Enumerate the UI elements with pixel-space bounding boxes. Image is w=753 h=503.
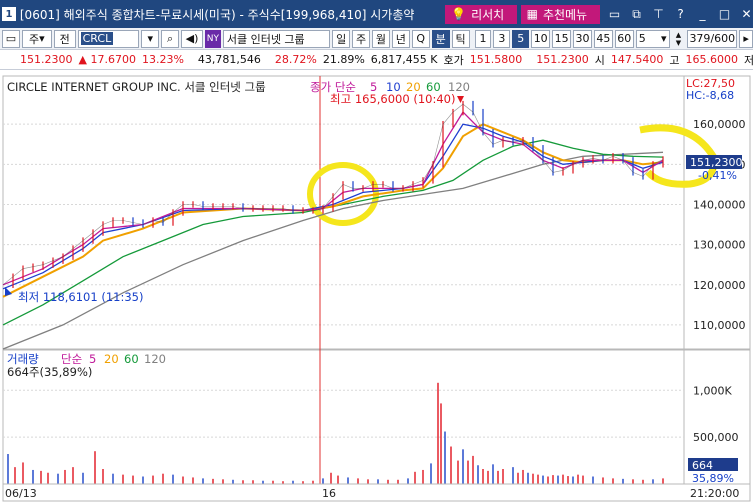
x-label-start: 06/13 <box>5 487 37 500</box>
research-label: 리서치 <box>471 7 505 22</box>
tf-quarter[interactable]: Q <box>411 29 430 48</box>
change-percent: 13.23% <box>141 53 184 66</box>
high-label: 고 <box>669 53 680 67</box>
interval-select-value: 5 <box>638 32 646 45</box>
max-annotation: 최고 165,6000 (10:40) <box>330 92 455 106</box>
market-badge: NY <box>204 29 221 48</box>
ratio-percent: 21.89% <box>322 53 365 66</box>
tf-year[interactable]: 년 <box>391 29 410 48</box>
bid-value: 151.5800 <box>469 53 523 66</box>
bar-count-total: /600 <box>710 32 736 45</box>
spinner-icon[interactable]: ▲ ▼ <box>672 30 686 48</box>
window-number-badge: 1 <box>2 7 16 21</box>
interval-30[interactable]: 30 <box>573 29 592 48</box>
open-value: 147.5400 <box>610 53 664 66</box>
speaker-icon[interactable]: ◀) <box>181 29 203 48</box>
current-price-label: 151,2300 <box>690 156 743 169</box>
company-name-field: 서클 인터넷 그룹 <box>222 29 331 48</box>
volume-legend-label: 거래량 <box>7 352 39 366</box>
interval-45[interactable]: 45 <box>593 29 613 48</box>
chart-area[interactable]: 160,0000150,0000140,0000130,0000120,0000… <box>0 72 753 503</box>
symbol-input[interactable]: CRCL <box>77 29 140 48</box>
interval-60[interactable]: 60 <box>614 29 634 48</box>
tf-tick[interactable]: 틱 <box>451 29 470 48</box>
interval-1[interactable]: 1 <box>474 29 492 48</box>
interval-15[interactable]: 15 <box>552 29 572 48</box>
volume-ma-label: 단순 <box>61 352 82 366</box>
tf-month[interactable]: 월 <box>372 29 390 48</box>
volume-current-label: 664 <box>692 459 713 472</box>
price-y-tick-label: 110,0000 <box>693 319 746 332</box>
volume-y-tick-label: 1,000K <box>693 384 732 397</box>
help-icon[interactable]: ? <box>674 7 687 22</box>
quote-bar: 151.2300 ▲ 17.6700 13.23% 43,781,546 28.… <box>0 50 753 70</box>
bid-label: 호가 <box>443 53 464 67</box>
low-label: 저 <box>744 53 753 67</box>
lightbulb-icon: 💡 <box>451 7 467 21</box>
interval-select[interactable]: 5 ▾ <box>635 29 670 48</box>
price-y-tick-label: 130,0000 <box>693 239 746 252</box>
price-change: ▲ 17.6700 <box>78 53 136 66</box>
dock-icon[interactable]: ⧉ <box>630 7 643 22</box>
current-price-value: 151.2300 <box>536 53 589 66</box>
high-value: 165.6000 <box>685 53 739 66</box>
close-icon[interactable]: ✕ <box>740 7 753 22</box>
recommend-label: 추천메뉴 <box>542 7 588 22</box>
x-axis-panel <box>2 483 751 502</box>
chart-symbol-title: CIRCLE INTERNET GROUP INC. 서클 인터넷 그룹 <box>7 80 266 94</box>
price-panel <box>2 75 685 350</box>
interval-5[interactable]: 5 <box>512 29 530 48</box>
tf-day[interactable]: 일 <box>332 29 351 48</box>
period-button[interactable]: 전 <box>53 29 76 48</box>
price-y-tick-label: 160,0000 <box>693 118 746 131</box>
window-titlebar: 1 [0601] 해외주식 종합차트-무료시세(미국) - 주식수[199,96… <box>0 0 753 28</box>
volume-ma-120: 120 <box>144 352 166 366</box>
volume-info: 664주(35,89%) <box>7 365 92 379</box>
restore-icon[interactable]: ▭ <box>608 7 621 22</box>
time-label: 21:20:00 <box>690 487 739 500</box>
tf-minute[interactable]: 분 <box>431 29 450 48</box>
more-icon[interactable]: ▸ <box>739 29 753 48</box>
minimize-icon[interactable]: _ <box>696 7 709 22</box>
tf-week[interactable]: 주 <box>352 29 370 48</box>
current-change-label: -0,41% <box>698 169 737 182</box>
pin-icon[interactable]: ⊤ <box>652 7 665 22</box>
price-y-tick-label: 140,0000 <box>693 198 746 211</box>
search-icon[interactable]: ⌕ <box>161 29 180 48</box>
maximize-icon[interactable]: □ <box>718 7 731 22</box>
last-price: 151.2300 <box>20 53 73 66</box>
trading-amount: 6,817,455 K <box>370 53 438 66</box>
turnover-percent: 28.72% <box>274 53 317 66</box>
bar-count-value: 379 <box>689 32 711 45</box>
volume-current-pct: 35,89% <box>692 472 734 485</box>
layout-icon[interactable]: ▭ <box>2 29 20 48</box>
x-label-16: 16 <box>322 487 336 500</box>
volume-ma-5: 5 <box>89 352 96 366</box>
chart-toolbar: ▭ 주 ▾ 전 CRCL ▾ ⌕ ◀) NY 서클 인터넷 그룹 일 주 월 년 … <box>0 28 753 50</box>
volume-ma-20: 20 <box>104 352 119 366</box>
price-volume-chart[interactable]: 160,0000150,0000140,0000130,0000120,0000… <box>0 72 753 503</box>
open-label: 시 <box>594 53 605 67</box>
volume-value: 43,781,546 <box>197 53 261 66</box>
min-annotation: 최저 118,6101 (11:35) <box>18 290 143 304</box>
dropdown-icon[interactable]: ▾ <box>141 29 160 48</box>
type-select[interactable]: 주 ▾ <box>21 29 52 48</box>
symbol-value: CRCL <box>80 32 114 45</box>
hc-label: HC:-8,68 <box>686 89 734 102</box>
bar-count-field[interactable]: 379/600 <box>687 29 738 48</box>
menu-icon: ▦ <box>526 7 538 21</box>
volume-y-tick-label: 500,000 <box>693 431 739 444</box>
price-axis-panel <box>683 75 751 350</box>
interval-3[interactable]: 3 <box>493 29 511 48</box>
interval-10[interactable]: 10 <box>531 29 551 48</box>
recommend-menu-button[interactable]: ▦ 추천메뉴 <box>520 4 600 24</box>
window-title: [0601] 해외주식 종합차트-무료시세(미국) - 주식수[199,968,… <box>19 7 415 22</box>
type-select-label: 주 <box>28 32 40 46</box>
price-y-tick-label: 120,0000 <box>693 279 746 292</box>
research-button[interactable]: 💡 리서치 <box>445 4 517 24</box>
volume-ma-60: 60 <box>124 352 139 366</box>
volume-panel <box>2 349 685 485</box>
